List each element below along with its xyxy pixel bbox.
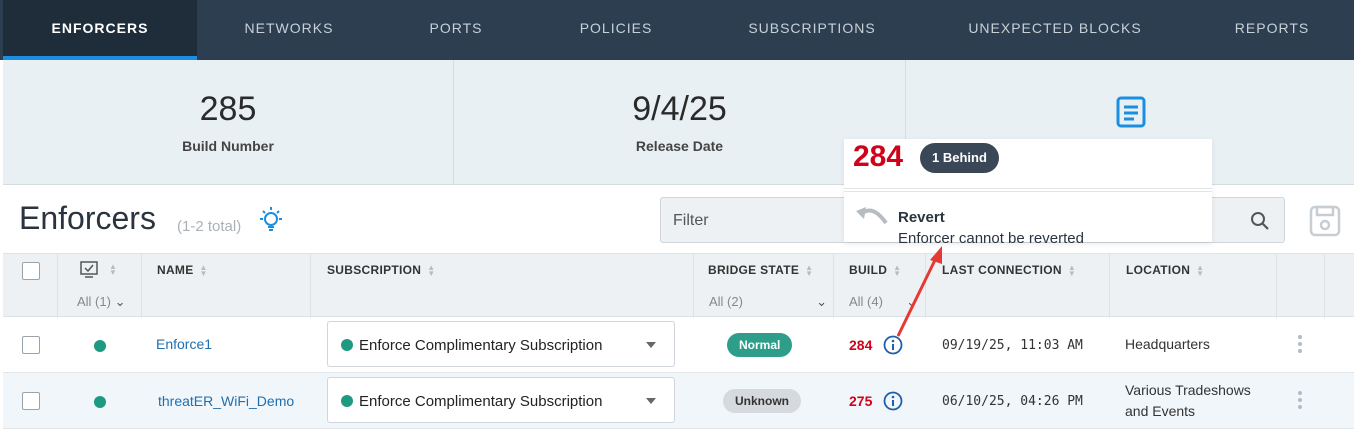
sort-icon[interactable]: ▲ ▼ bbox=[1196, 263, 1204, 277]
release-date-label: Release Date bbox=[635, 138, 724, 154]
location-line1: Various Tradeshows bbox=[1125, 382, 1251, 398]
info-icon[interactable] bbox=[883, 391, 903, 411]
tab-networks[interactable]: NETWORKS bbox=[208, 0, 370, 60]
enforcer-name-link[interactable]: threatER_WiFi_Demo bbox=[158, 393, 294, 409]
monitor-check-icon bbox=[80, 261, 98, 278]
row-menu-icon[interactable] bbox=[1298, 335, 1302, 356]
document-icon[interactable] bbox=[1115, 96, 1147, 128]
tab-subscriptions[interactable]: SUBSCRIPTIONS bbox=[730, 0, 894, 60]
sort-icon[interactable]: ▲ ▼ bbox=[200, 263, 208, 277]
divider bbox=[1276, 254, 1277, 318]
total-count: (1-2 total) bbox=[177, 218, 242, 235]
bridge-state-filter[interactable]: All (2) ⌄ bbox=[709, 286, 827, 318]
build-number-value: 285 bbox=[199, 90, 257, 128]
build-popover: 284 1 Behind Revert Enforcer cannot be r… bbox=[844, 139, 1212, 247]
lightbulb-icon[interactable] bbox=[256, 205, 286, 235]
header-location-label: LOCATION bbox=[1126, 263, 1191, 277]
behind-badge: 1 Behind bbox=[920, 143, 999, 173]
header-last-connection-label: LAST CONNECTION bbox=[942, 263, 1062, 277]
search-icon[interactable] bbox=[1250, 211, 1270, 231]
row-checkbox[interactable] bbox=[22, 336, 40, 354]
top-nav: ENFORCERS NETWORKS PORTS POLICIES SUBSCR… bbox=[0, 0, 1354, 60]
tab-policies[interactable]: POLICIES bbox=[546, 0, 686, 60]
bridge-state-badge: Normal bbox=[727, 333, 793, 357]
tab-unexpected-blocks[interactable]: UNEXPECTED BLOCKS bbox=[955, 0, 1155, 60]
divider bbox=[57, 254, 58, 318]
chevron-down-icon bbox=[646, 342, 656, 348]
header-bridge-state-label: BRIDGE STATE bbox=[708, 263, 800, 277]
enforcer-name-link[interactable]: Enforce1 bbox=[156, 336, 212, 352]
header-build-label: BUILD bbox=[849, 263, 888, 277]
tab-ports[interactable]: PORTS bbox=[396, 0, 516, 60]
divider bbox=[693, 254, 694, 318]
annotation-arrow-icon bbox=[896, 246, 942, 337]
row-checkbox[interactable] bbox=[22, 392, 40, 410]
sort-icon[interactable]: ▲ ▼ bbox=[427, 263, 435, 277]
tab-enforcers[interactable]: ENFORCERS bbox=[3, 0, 197, 60]
row-menu-icon[interactable] bbox=[1298, 391, 1302, 412]
location: Various Tradeshows and Events bbox=[1125, 380, 1251, 422]
table-row[interactable]: threatER_WiFi_Demo Enforce Complimentary… bbox=[3, 373, 1354, 429]
build-value: 275 bbox=[849, 393, 873, 409]
last-connection: 06/10/25, 04:26 PM bbox=[942, 394, 1083, 409]
page-title: Enforcers bbox=[19, 200, 156, 236]
divider bbox=[833, 254, 834, 318]
header-subscription[interactable]: SUBSCRIPTION ▲ ▼ bbox=[327, 254, 436, 286]
subscription-value: Enforce Complimentary Subscription bbox=[359, 337, 603, 354]
filter-placeholder: Filter bbox=[673, 212, 709, 229]
build-number-label: Build Number bbox=[182, 138, 274, 154]
popover-build-number: 284 bbox=[853, 140, 904, 173]
subscription-select[interactable]: Enforce Complimentary Subscription bbox=[327, 321, 675, 367]
divider bbox=[844, 188, 1212, 192]
build-filter-label: All (4) bbox=[849, 294, 883, 309]
header-bridge-state[interactable]: BRIDGE STATE ▲ ▼ bbox=[708, 254, 813, 286]
release-date-value: 9/4/25 bbox=[632, 90, 727, 128]
bridge-state-filter-label: All (2) bbox=[709, 294, 743, 309]
sort-icon[interactable]: ▲ ▼ bbox=[1068, 263, 1076, 277]
subscription-status-dot bbox=[341, 395, 353, 407]
header-location[interactable]: LOCATION ▲ ▼ bbox=[1126, 254, 1204, 286]
tab-reports[interactable]: REPORTS bbox=[1216, 0, 1328, 60]
save-icon[interactable] bbox=[1309, 205, 1341, 237]
table-header: ▲ ▼ All (1) ⌄ NAME ▲ ▼ SUBSCRIPTION ▲ ▼ BRIDG… bbox=[3, 253, 1354, 318]
select-all-checkbox[interactable] bbox=[22, 262, 40, 280]
header-last-connection[interactable]: LAST CONNECTION ▲ ▼ bbox=[942, 254, 1076, 286]
location-line1: Headquarters bbox=[1125, 336, 1210, 352]
header-subscription-label: SUBSCRIPTION bbox=[327, 263, 422, 277]
bridge-state-badge: Unknown bbox=[723, 389, 801, 413]
table-row[interactable]: Enforce1 Enforce Complimentary Subscript… bbox=[3, 317, 1354, 373]
chevron-down-icon bbox=[646, 398, 656, 404]
sort-icon[interactable]: ▲ ▼ bbox=[805, 263, 813, 277]
last-connection: 09/19/25, 11:03 AM bbox=[942, 338, 1083, 353]
subscription-select[interactable]: Enforce Complimentary Subscription bbox=[327, 377, 675, 423]
status-filter[interactable]: All (1) ⌄ bbox=[77, 286, 125, 318]
location: Headquarters bbox=[1125, 334, 1210, 355]
divider bbox=[1109, 254, 1110, 318]
sort-icon[interactable]: ▲ ▼ bbox=[109, 263, 117, 277]
header-name[interactable]: NAME ▲ ▼ bbox=[157, 254, 208, 286]
divider bbox=[310, 254, 311, 318]
divider bbox=[1324, 254, 1325, 318]
revert-action-title[interactable]: Revert bbox=[898, 209, 945, 226]
status-dot bbox=[94, 396, 106, 408]
location-line2: and Events bbox=[1125, 403, 1196, 419]
stat-build-number: 285 Build Number bbox=[3, 60, 453, 185]
subscription-status-dot bbox=[341, 339, 353, 351]
build-value: 284 bbox=[849, 337, 873, 353]
status-filter-label: All (1) bbox=[77, 294, 111, 309]
stat-release-date: 9/4/25 Release Date bbox=[454, 60, 905, 185]
subscription-value: Enforce Complimentary Subscription bbox=[359, 393, 603, 410]
header-name-label: NAME bbox=[157, 263, 194, 277]
divider bbox=[141, 254, 142, 318]
undo-icon bbox=[856, 207, 888, 225]
status-dot bbox=[94, 340, 106, 352]
